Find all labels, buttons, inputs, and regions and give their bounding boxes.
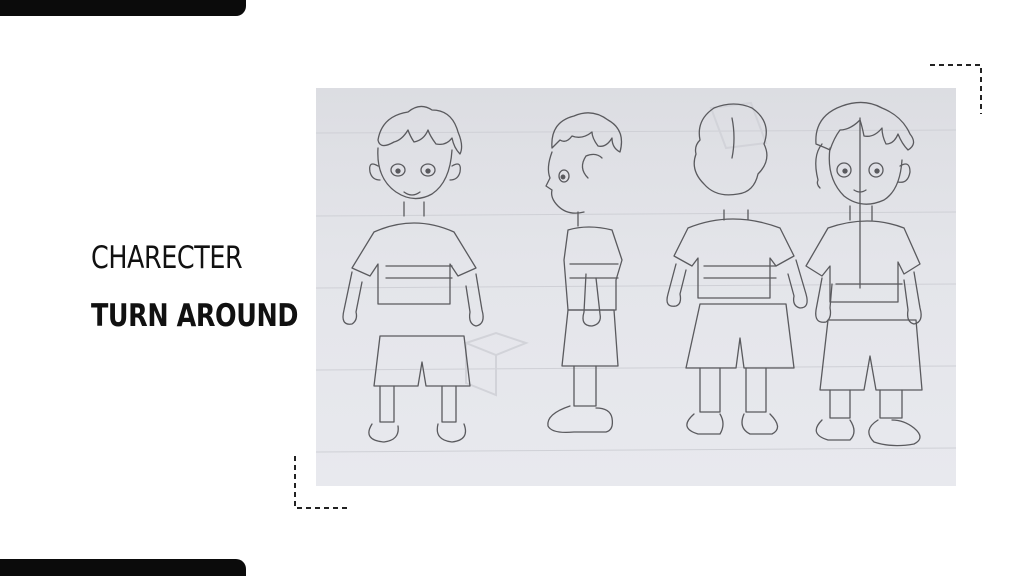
character-back-view: [666, 103, 808, 435]
title-line-1: CHARECTER: [91, 240, 243, 276]
ghost-marks: [463, 101, 768, 397]
sketch-drawing: [316, 101, 956, 453]
slide: CHARECTER TURN AROUND: [0, 0, 1024, 576]
title-line-2: TURN AROUND: [91, 298, 299, 334]
top-accent-bar: [0, 0, 246, 16]
character-three-quarter-view: [805, 101, 923, 447]
character-front-view: [342, 105, 484, 443]
character-sketch-image: [316, 88, 956, 486]
slide-title: CHARECTER TURN AROUND: [91, 236, 311, 338]
character-side-view: [545, 112, 623, 434]
bottom-accent-bar: [0, 559, 246, 576]
